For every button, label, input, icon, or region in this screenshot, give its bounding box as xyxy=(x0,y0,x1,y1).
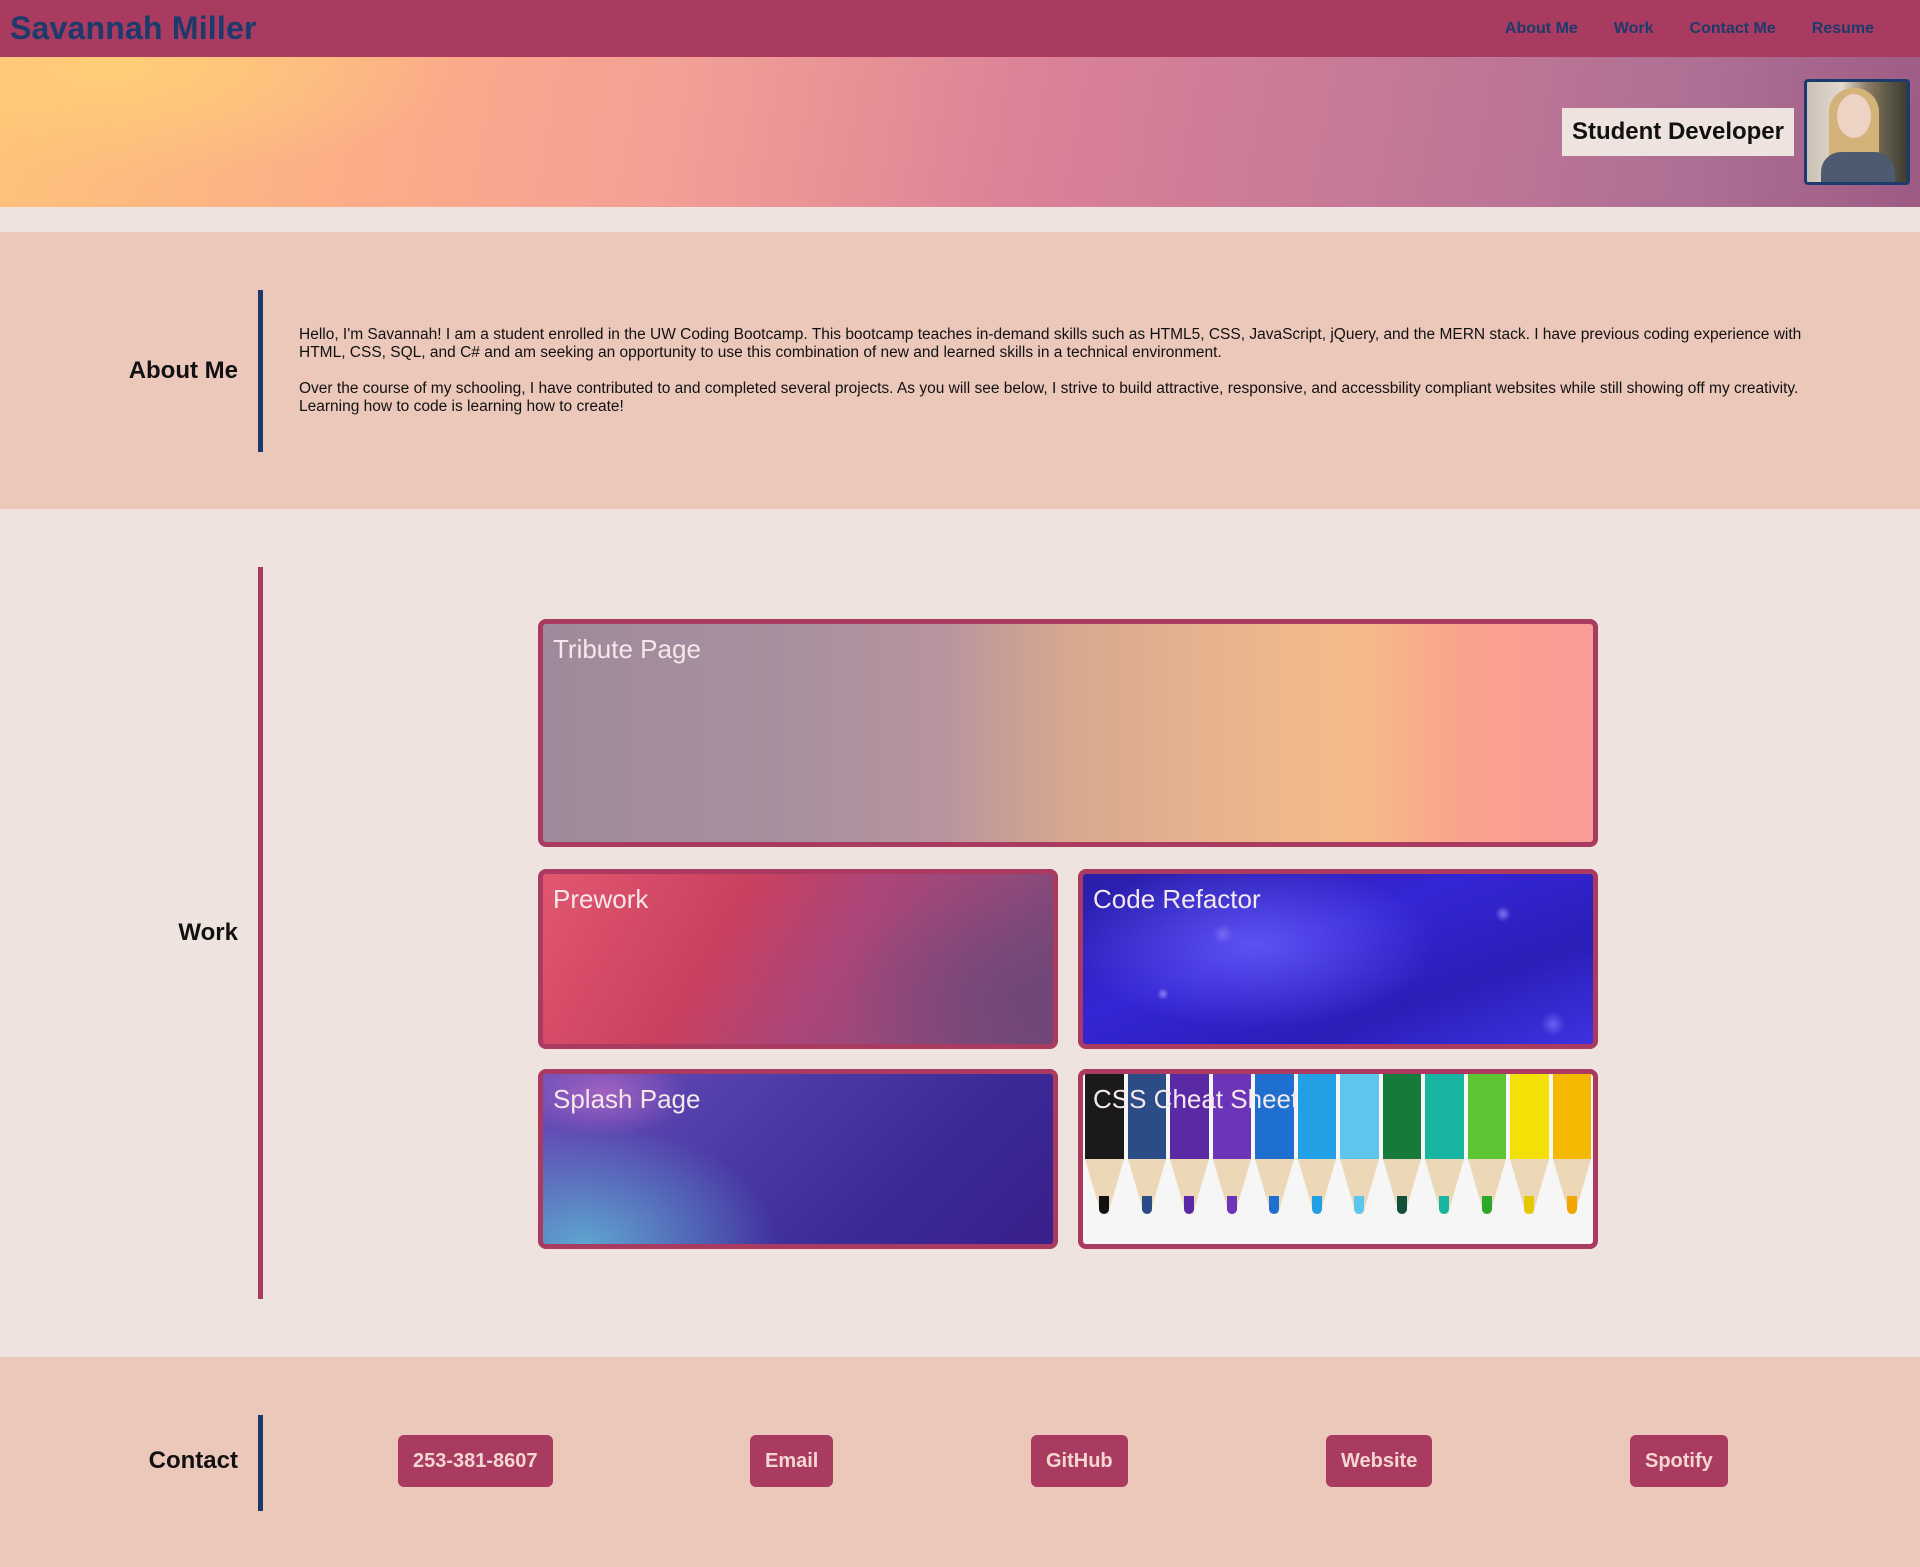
spotify-button[interactable]: Spotify xyxy=(1630,1435,1728,1487)
about-heading: About Me xyxy=(128,357,238,384)
project-title: Splash Page xyxy=(553,1084,701,1114)
top-nav: Savannah Miller About Me Work Contact Me… xyxy=(0,0,1920,57)
nav-links: About Me Work Contact Me Resume xyxy=(1487,20,1892,38)
about-paragraph-1: Hello, I'm Savannah! I am a student enro… xyxy=(299,326,1802,361)
project-card-prework[interactable]: Prework xyxy=(538,869,1058,1049)
contact-divider xyxy=(258,1415,263,1511)
nav-link-about[interactable]: About Me xyxy=(1487,20,1596,38)
work-divider xyxy=(258,567,263,1299)
pencil xyxy=(1423,1074,1466,1244)
about-section: About Me Hello, I'm Savannah! I am a stu… xyxy=(0,232,1920,509)
email-button[interactable]: Email xyxy=(750,1435,834,1487)
website-button[interactable]: Website xyxy=(1326,1435,1433,1487)
about-text: Hello, I'm Savannah! I am a student enro… xyxy=(299,326,1829,416)
project-card-code-refactor[interactable]: Code Refactor xyxy=(1078,869,1598,1049)
avatar-shirt xyxy=(1821,152,1895,182)
project-title: Prework xyxy=(553,884,649,914)
hero-title: Student Developer xyxy=(1561,108,1794,156)
phone-button[interactable]: 253-381-8607 xyxy=(398,1435,553,1487)
pencil xyxy=(1551,1074,1594,1244)
project-title: Tribute Page xyxy=(553,634,701,664)
pencil xyxy=(1338,1074,1381,1244)
pencil xyxy=(1466,1074,1509,1244)
work-heading: Work xyxy=(178,919,238,946)
contact-section: Contact 253-381-8607 Email GitHub Websit… xyxy=(0,1357,1920,1567)
hero-banner: Student Developer xyxy=(0,57,1920,207)
pencil xyxy=(1381,1074,1424,1244)
about-paragraph-2: Over the course of my schooling, I have … xyxy=(299,380,1799,415)
project-title: Code Refactor xyxy=(1093,884,1261,914)
github-button[interactable]: GitHub xyxy=(1031,1435,1128,1487)
pencil xyxy=(1296,1074,1339,1244)
nav-link-resume[interactable]: Resume xyxy=(1794,20,1892,38)
project-card-splash-page[interactable]: Splash Page xyxy=(538,1069,1058,1249)
avatar-face xyxy=(1837,94,1871,138)
nav-link-contact[interactable]: Contact Me xyxy=(1672,20,1794,38)
work-section: Work Tribute Page Prework Code Refactor … xyxy=(0,509,1920,1357)
profile-avatar xyxy=(1804,79,1910,185)
nav-link-work[interactable]: Work xyxy=(1596,20,1672,38)
about-divider xyxy=(258,290,263,452)
project-title: CSS Cheat Sheet xyxy=(1093,1084,1299,1114)
project-card-css-cheat-sheet[interactable]: CSS Cheat Sheet xyxy=(1078,1069,1598,1249)
brand-name[interactable]: Savannah Miller xyxy=(10,10,257,47)
contact-heading: Contact xyxy=(148,1447,238,1474)
project-card-tribute-page[interactable]: Tribute Page xyxy=(538,619,1598,847)
pencil xyxy=(1508,1074,1551,1244)
